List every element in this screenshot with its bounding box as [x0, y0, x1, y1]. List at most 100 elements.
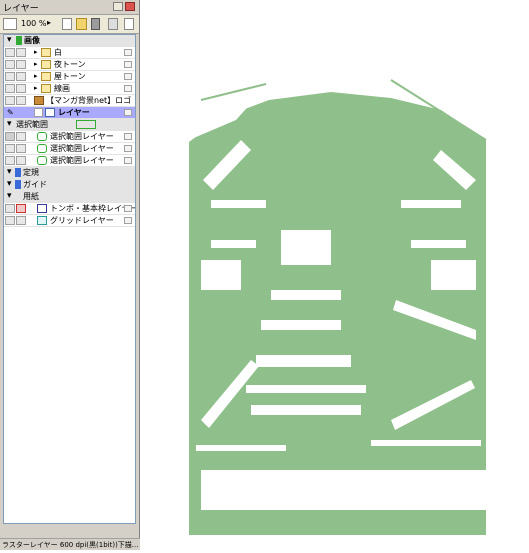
- collapse-arrow-icon[interactable]: ▾: [7, 119, 12, 130]
- lock-toggle[interactable]: [16, 204, 26, 213]
- zoom-value[interactable]: 100 %: [21, 19, 46, 31]
- layer-row-tone-roof[interactable]: ▸ 屋トーン: [4, 71, 135, 83]
- pen-icon: ✎: [7, 108, 14, 117]
- visibility-toggle[interactable]: [5, 96, 15, 105]
- layer-row-sel2[interactable]: 選択範囲レイヤー: [4, 143, 135, 155]
- folder-icon[interactable]: [76, 18, 87, 30]
- layer-row-logo[interactable]: 【マンガ背景net】ロゴ: [4, 95, 135, 107]
- layer-label: 選択範囲レイヤー: [50, 156, 114, 165]
- lock-toggle[interactable]: [16, 216, 26, 225]
- collapse-arrow-icon[interactable]: ▾: [7, 167, 12, 178]
- layer-label: 選択範囲レイヤー: [50, 144, 114, 153]
- panel-titlebar: レイヤー: [0, 0, 139, 15]
- layer-grid-icon[interactable]: [3, 18, 17, 30]
- visibility-toggle[interactable]: [5, 144, 15, 153]
- expand-arrow-icon[interactable]: ▸: [34, 59, 38, 70]
- layer-mode-icon: [124, 145, 132, 152]
- collapse-arrow-icon[interactable]: ▾: [7, 35, 12, 46]
- selection-layer-icon: [37, 156, 47, 165]
- layer-label: レイヤー: [58, 108, 90, 117]
- lock-toggle[interactable]: [16, 60, 26, 69]
- layer-row-white[interactable]: ▸ 白: [4, 47, 135, 59]
- folder-paper[interactable]: ▾ 用紙: [4, 191, 135, 203]
- panel-title: レイヤー: [3, 4, 39, 14]
- folder-label: 定規: [23, 168, 39, 177]
- layer-mode-icon: [124, 61, 132, 68]
- lock-icon[interactable]: [108, 18, 118, 30]
- layer-row-current[interactable]: ✎ レイヤー: [4, 107, 135, 119]
- folder-icon: [41, 60, 51, 69]
- panel-menu-icon[interactable]: [124, 18, 134, 30]
- layer-row-tone-night[interactable]: ▸ 夜トーン: [4, 59, 135, 71]
- layer-mode-icon: [124, 85, 132, 92]
- layer-row-lineart[interactable]: ▸ 線画: [4, 83, 135, 95]
- visibility-toggle[interactable]: [5, 84, 15, 93]
- layer-mode-icon: [124, 205, 132, 212]
- layer-row-sel3[interactable]: 選択範囲レイヤー: [4, 155, 135, 167]
- folder-selection[interactable]: ▾ 選択範囲: [4, 119, 135, 131]
- folder-ruler[interactable]: ▾ 定規: [4, 167, 135, 179]
- layer-row-sel1[interactable]: 選択範囲レイヤー: [4, 131, 135, 143]
- folder-label: 選択範囲: [16, 120, 48, 129]
- folder-images[interactable]: ▾ 画像: [4, 35, 135, 47]
- folder-icon: [41, 48, 51, 57]
- guide-icon: [15, 180, 21, 189]
- layer-checkbox[interactable]: [34, 108, 43, 117]
- lock-toggle[interactable]: [16, 144, 26, 153]
- image-layer-icon: [34, 96, 44, 105]
- layer-label: 【マンガ背景net】ロゴ: [46, 96, 132, 105]
- lock-toggle[interactable]: [16, 132, 26, 141]
- selection-layer-icon: [37, 132, 47, 141]
- layer-label: グリッドレイヤー: [50, 216, 114, 225]
- expand-arrow-icon[interactable]: ▸: [34, 83, 38, 94]
- canvas-area[interactable]: [141, 0, 529, 550]
- layer-mode-icon: [124, 157, 132, 164]
- layer-mode-icon: [124, 73, 132, 80]
- visibility-toggle[interactable]: [5, 204, 15, 213]
- expand-arrow-icon[interactable]: ▸: [34, 71, 38, 82]
- lock-toggle[interactable]: [16, 84, 26, 93]
- ruler-icon: [15, 168, 21, 177]
- status-bar: ラスターレイヤー 600 dpi(黒(1bit))下描...: [0, 538, 140, 550]
- folder-icon: [41, 72, 51, 81]
- layer-panel: レイヤー 100 % ▸ ▾ 画像 ▸ 白 ▸ 夜トーン ▸ 屋トーン ▸ 線画…: [0, 0, 140, 550]
- lock-toggle[interactable]: [16, 72, 26, 81]
- minimize-button[interactable]: [113, 2, 123, 11]
- visibility-toggle[interactable]: [5, 60, 15, 69]
- layer-row-trim[interactable]: トンボ・基本枠レイヤー: [4, 203, 135, 215]
- layer-label: 白: [54, 48, 62, 57]
- layer-row-grid[interactable]: グリッドレイヤー: [4, 215, 135, 227]
- layer-label: 屋トーン: [54, 72, 86, 81]
- visibility-toggle[interactable]: [5, 48, 15, 57]
- new-layer-icon[interactable]: [62, 18, 72, 30]
- layer-mode-icon: [124, 49, 132, 56]
- folder-icon: [41, 84, 51, 93]
- collapse-arrow-icon[interactable]: ▾: [7, 191, 12, 202]
- layer-label: 線画: [54, 84, 70, 93]
- visibility-toggle[interactable]: [5, 72, 15, 81]
- layer-list: ▾ 画像 ▸ 白 ▸ 夜トーン ▸ 屋トーン ▸ 線画 【マンガ背景net】ロゴ…: [3, 34, 136, 524]
- folder-guide[interactable]: ▾ ガイド: [4, 179, 135, 191]
- selection-tools-icon[interactable]: [76, 120, 96, 129]
- visibility-toggle[interactable]: [5, 216, 15, 225]
- visibility-toggle[interactable]: [5, 156, 15, 165]
- play-icon[interactable]: ▸: [47, 18, 55, 30]
- selection-layer-icon: [37, 144, 47, 153]
- folder-label: 用紙: [23, 192, 39, 201]
- visibility-toggle[interactable]: [5, 132, 15, 141]
- silhouette-artwork: [189, 79, 487, 535]
- lock-toggle[interactable]: [16, 48, 26, 57]
- expand-arrow-icon[interactable]: ▸: [34, 47, 38, 58]
- trash-icon[interactable]: [91, 18, 100, 30]
- trim-layer-icon: [37, 204, 47, 213]
- folder-label: ガイド: [23, 180, 47, 189]
- layer-label: 夜トーン: [54, 60, 86, 69]
- lock-toggle[interactable]: [16, 96, 26, 105]
- folder-label: 画像: [24, 36, 40, 45]
- close-button[interactable]: [125, 2, 135, 11]
- lock-toggle[interactable]: [16, 156, 26, 165]
- layer-mode-icon: [124, 217, 132, 224]
- collapse-arrow-icon[interactable]: ▾: [7, 179, 12, 190]
- layer-label: 選択範囲レイヤー: [50, 132, 114, 141]
- grid-layer-icon: [37, 216, 47, 225]
